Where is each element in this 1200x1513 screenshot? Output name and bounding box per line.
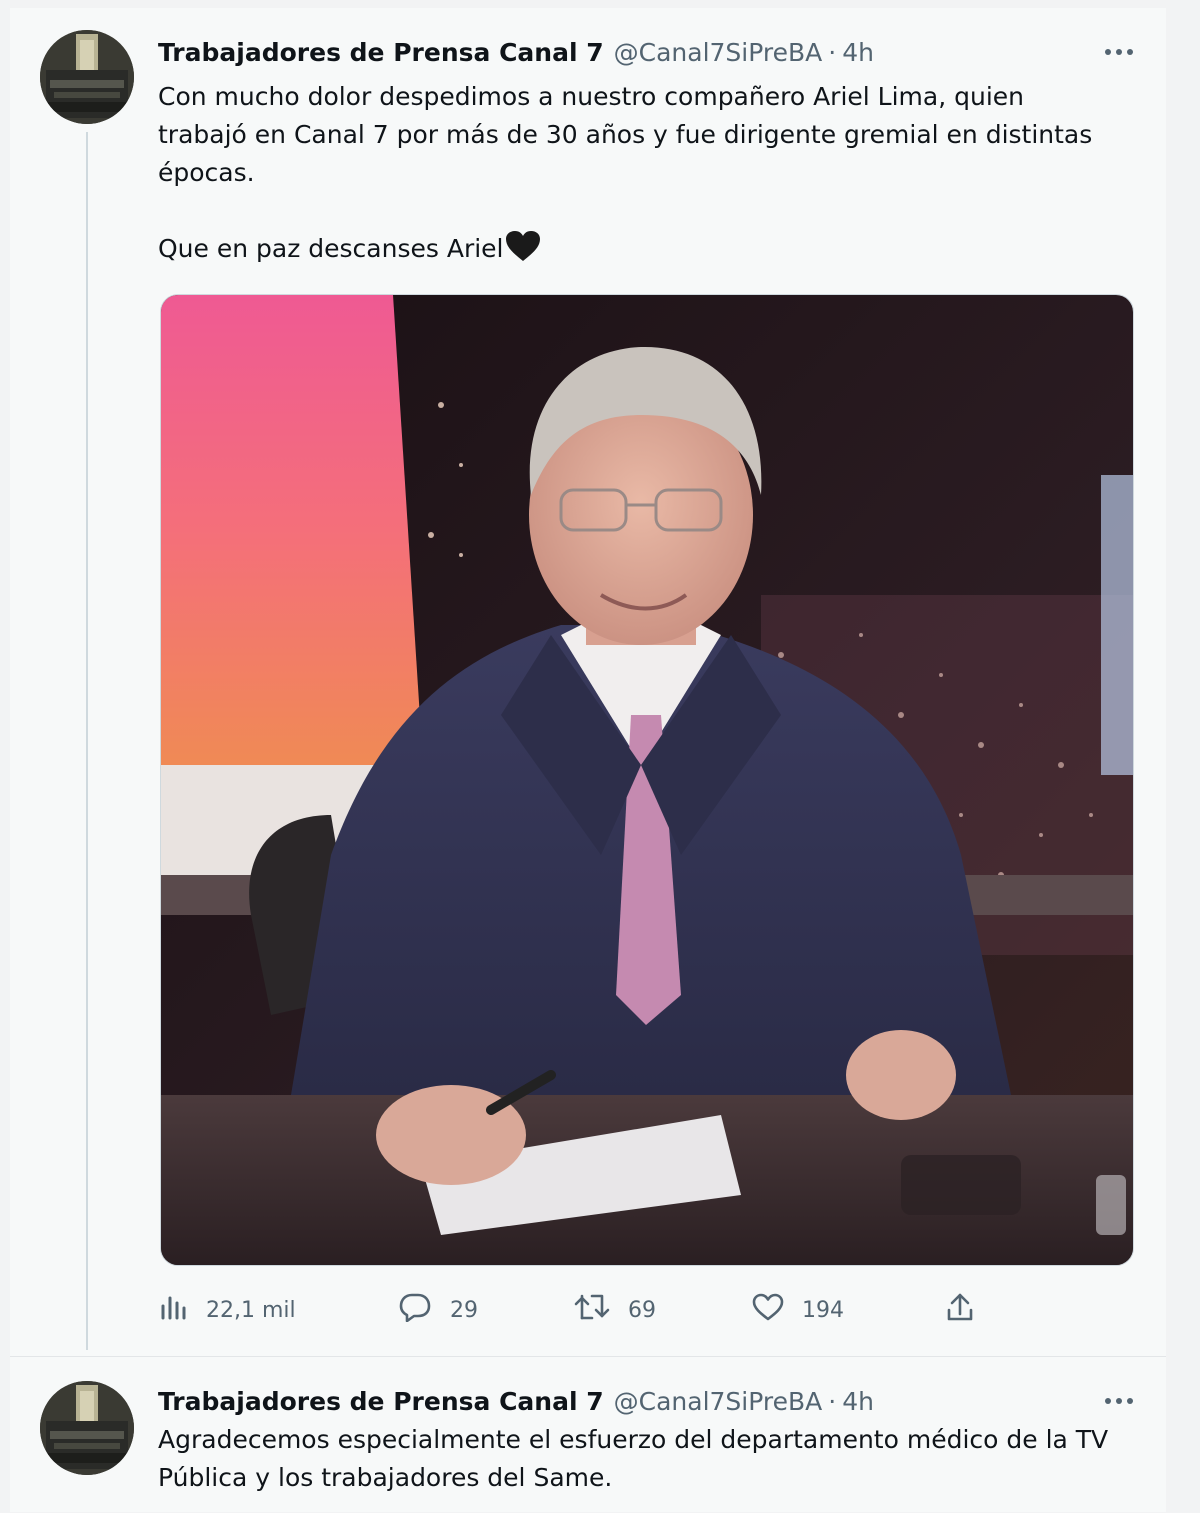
like-count: 194 — [802, 1297, 844, 1323]
views-icon — [160, 1294, 206, 1326]
author-name[interactable]: Trabajadores de Prensa Canal 7 — [158, 38, 604, 67]
reply-icon — [398, 1292, 450, 1328]
reply-count: 29 — [450, 1297, 478, 1323]
share-icon — [946, 1292, 992, 1328]
avatar[interactable] — [40, 30, 134, 124]
more-options-icon[interactable] — [1104, 32, 1134, 72]
separator: · — [828, 37, 837, 67]
author-handle[interactable]: @Canal7SiPreBA — [614, 38, 823, 67]
tweet-photo[interactable] — [160, 294, 1134, 1266]
news-anchor-photo — [161, 295, 1133, 1265]
tweet-text: Con mucho dolor despedimos a nuestro com… — [158, 78, 1138, 273]
views-count: 22,1 mil — [206, 1297, 296, 1323]
retweet-button[interactable]: 69 — [574, 1290, 656, 1330]
tweet-text: Agradecemos especialmente el esfuerzo de… — [158, 1425, 1109, 1492]
black-heart-icon — [505, 230, 541, 273]
tweet-header: Trabajadores de Prensa Canal 7 @Canal7Si… — [158, 32, 1142, 72]
more-options-icon[interactable] — [1104, 1381, 1134, 1421]
like-icon — [752, 1293, 802, 1327]
like-button[interactable]: 194 — [752, 1290, 844, 1330]
tweet[interactable]: Trabajadores de Prensa Canal 7 @Canal7Si… — [10, 1356, 1166, 1513]
avatar[interactable] — [40, 1381, 134, 1475]
author-name[interactable]: Trabajadores de Prensa Canal 7 — [158, 1387, 604, 1416]
views-button[interactable]: 22,1 mil — [160, 1290, 296, 1330]
share-button[interactable] — [946, 1290, 992, 1330]
timeline: Trabajadores de Prensa Canal 7 @Canal7Si… — [10, 8, 1166, 1512]
timestamp[interactable]: 4h — [842, 1387, 874, 1416]
tweet-header: Trabajadores de Prensa Canal 7 @Canal7Si… — [158, 1381, 1142, 1421]
author-handle[interactable]: @Canal7SiPreBA — [614, 1387, 823, 1416]
separator: · — [828, 1386, 837, 1416]
reply-button[interactable]: 29 — [398, 1290, 478, 1330]
tweet-actions: 22,1 mil 29 69 194 — [160, 1290, 990, 1330]
retweet-count: 69 — [628, 1297, 656, 1323]
retweet-icon — [574, 1292, 628, 1328]
timestamp[interactable]: 4h — [842, 38, 874, 67]
tweet[interactable]: Trabajadores de Prensa Canal 7 @Canal7Si… — [10, 8, 1166, 1350]
thread-line — [86, 132, 88, 1350]
tweet-text-content: Con mucho dolor despedimos a nuestro com… — [158, 82, 1093, 263]
